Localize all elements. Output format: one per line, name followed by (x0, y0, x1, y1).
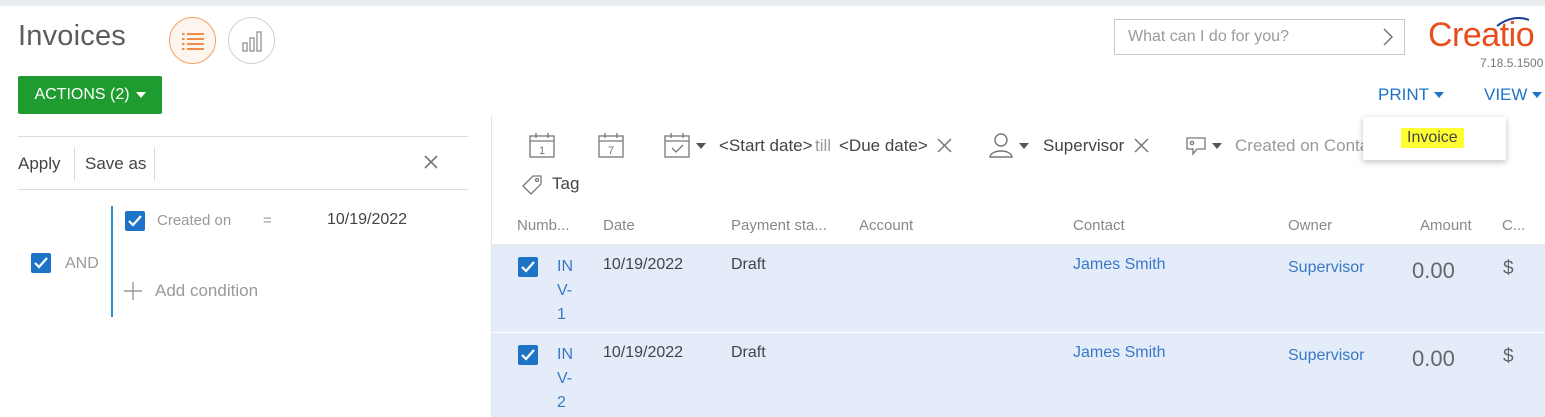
owner-filter[interactable]: Supervisor (1043, 136, 1124, 156)
apply-button[interactable]: Apply (18, 154, 61, 174)
tag-filter[interactable]: Tag (552, 174, 579, 194)
caret-down-icon (1532, 92, 1543, 98)
checkbox-checked-icon (521, 349, 535, 361)
version-label: 7.18.5.1500 (1480, 56, 1544, 70)
column-header-owner[interactable]: Owner (1288, 217, 1332, 234)
caret-down-icon[interactable] (1212, 143, 1222, 149)
column-header-account[interactable]: Account (859, 217, 913, 234)
period-till: till (815, 136, 832, 155)
svg-text:7: 7 (608, 145, 614, 157)
caret-down-icon (1434, 92, 1444, 98)
column-header-amount[interactable]: Amount (1420, 217, 1472, 234)
contact-link[interactable]: James Smith (1073, 344, 1165, 362)
calendar-week-icon[interactable]: 7 (598, 132, 624, 158)
group-bracket (111, 206, 113, 317)
calendar-day-icon[interactable]: 1 (529, 132, 555, 158)
user-icon[interactable] (989, 132, 1013, 158)
list-view-icon (181, 32, 204, 50)
analytics-view-icon (241, 30, 262, 52)
folder-tag-icon[interactable] (1184, 132, 1208, 158)
invoice-number-link[interactable]: INV-2 (557, 343, 577, 415)
analytics-view-button[interactable] (228, 17, 275, 64)
period-start[interactable]: <Start date> (719, 136, 813, 156)
close-icon[interactable] (1134, 138, 1149, 153)
logo-swoosh-icon (1496, 17, 1530, 27)
add-condition-label: Add condition (155, 281, 259, 300)
invoice-date: 10/19/2022 (603, 256, 684, 273)
owner-link[interactable]: Supervisor (1288, 255, 1364, 280)
condition-operator[interactable]: = (263, 212, 272, 229)
plus-icon (124, 282, 142, 300)
column-header-payment-status[interactable]: Payment sta... (731, 217, 827, 234)
actions-button-label: ACTIONS (2) (34, 86, 130, 103)
divider (154, 147, 155, 181)
condition-column[interactable]: Created on (157, 212, 231, 229)
caret-down-icon (135, 92, 146, 98)
print-menu-item-invoice[interactable]: Invoice (1401, 128, 1464, 148)
amount: 0.00 (1412, 346, 1455, 371)
column-header-contact[interactable]: Contact (1073, 217, 1125, 234)
caret-down-icon[interactable] (696, 143, 706, 149)
view-label: VIEW (1484, 85, 1528, 104)
currency: $ (1503, 346, 1514, 367)
column-header-date[interactable]: Date (603, 217, 635, 234)
contact-link[interactable]: James Smith (1073, 256, 1165, 274)
divider (74, 147, 75, 181)
caret-down-icon[interactable] (1019, 143, 1029, 149)
close-icon[interactable] (937, 138, 952, 153)
folder-filter[interactable]: Created on Conta (1235, 136, 1363, 156)
group-operator-label[interactable]: AND (65, 255, 99, 273)
print-menu: Invoice (1363, 117, 1506, 160)
checkbox-checked-icon (521, 261, 535, 273)
list-view-button[interactable] (169, 17, 216, 64)
close-icon[interactable] (423, 154, 439, 170)
svg-text:1: 1 (539, 145, 545, 157)
print-button[interactable]: PRINT (1378, 85, 1444, 105)
amount: 0.00 (1412, 258, 1455, 283)
condition-checkbox[interactable] (125, 211, 145, 231)
owner-link[interactable]: Supervisor (1288, 343, 1364, 368)
payment-status: Draft (731, 344, 766, 361)
add-condition-button[interactable]: Add condition (123, 281, 258, 301)
save-as-button[interactable]: Save as (85, 154, 146, 174)
invoice-date: 10/19/2022 (603, 344, 684, 361)
checkbox-checked-icon (34, 257, 48, 269)
command-line[interactable] (1114, 19, 1405, 55)
payment-status: Draft (731, 256, 766, 273)
print-label: PRINT (1378, 85, 1429, 104)
column-header-number[interactable]: Numb... (517, 217, 570, 234)
checkbox-checked-icon (128, 215, 142, 227)
row-checkbox[interactable] (518, 345, 538, 365)
table-row[interactable]: INV-1 10/19/2022 Draft James Smith Super… (492, 245, 1545, 332)
column-header-currency[interactable]: C... (1502, 217, 1525, 234)
top-strip (0, 0, 1545, 6)
period-end[interactable]: <Due date> (839, 136, 928, 156)
table-row[interactable]: INV-2 10/19/2022 Draft James Smith Super… (492, 333, 1545, 417)
page-title: Invoices (18, 20, 126, 52)
command-line-input[interactable] (1128, 28, 1368, 46)
group-checkbox[interactable] (31, 253, 51, 273)
row-checkbox[interactable] (518, 257, 538, 277)
actions-button[interactable]: ACTIONS (2) (18, 76, 162, 114)
view-button[interactable]: VIEW (1484, 85, 1543, 105)
tag-icon[interactable] (521, 174, 543, 196)
filter-toolbar: Apply Save as (18, 136, 468, 190)
condition-value[interactable]: 10/19/2022 (327, 211, 407, 229)
chevron-right-icon[interactable] (1382, 28, 1394, 46)
invoice-number-link[interactable]: INV-1 (557, 255, 577, 327)
currency: $ (1503, 258, 1514, 279)
calendar-period-icon[interactable] (664, 132, 690, 158)
